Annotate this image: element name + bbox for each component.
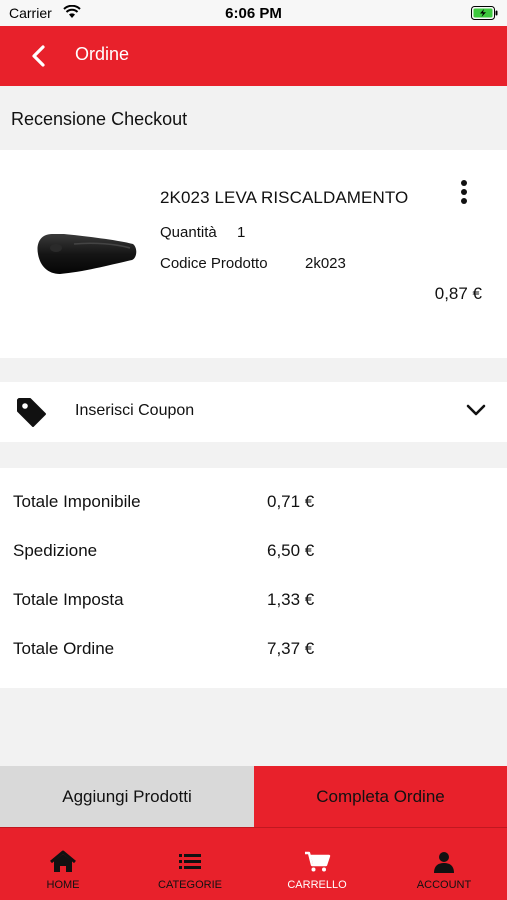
list-icon xyxy=(179,854,201,869)
total-label: Totale Imposta xyxy=(13,590,124,609)
total-label: Totale Ordine xyxy=(13,639,115,658)
action-bar: Aggiungi Prodotti Completa Ordine xyxy=(0,766,507,827)
more-vertical-icon[interactable] xyxy=(455,178,473,208)
tab-home[interactable]: HOME xyxy=(0,828,126,900)
add-products-button[interactable]: Aggiungi Prodotti xyxy=(0,766,254,827)
tab-label: CATEGORIE xyxy=(158,879,222,891)
tab-account[interactable]: ACCOUNT xyxy=(381,828,507,900)
product-code-value: 2k023 xyxy=(305,255,346,272)
total-row-spedizione: Spedizione 6,50 € xyxy=(0,541,507,571)
status-bar: Carrier 6:06 PM xyxy=(0,0,507,26)
tab-label: HOME xyxy=(46,879,80,891)
page-title: Ordine xyxy=(75,44,130,64)
tag-icon xyxy=(17,398,46,427)
total-value: 7,37 € xyxy=(267,639,315,658)
complete-order-button[interactable]: Completa Ordine xyxy=(254,766,507,827)
status-time: 6:06 PM xyxy=(225,5,282,22)
chevron-down-icon[interactable] xyxy=(465,402,487,418)
total-value: 0,71 € xyxy=(267,492,315,511)
quantity-label: Quantità xyxy=(160,224,217,241)
tab-bar: HOME CATEGORIE CARRELLO ACCOUNT xyxy=(0,827,507,900)
user-icon xyxy=(434,852,454,873)
product-name: 2K023 LEVA RISCALDAMENTO xyxy=(160,188,409,207)
total-row-imponibile: Totale Imponibile 0,71 € xyxy=(0,492,507,522)
totals-card: Totale Imponibile 0,71 € Spedizione 6,50… xyxy=(0,468,507,688)
total-value: 1,33 € xyxy=(267,590,315,609)
nav-bar: Ordine xyxy=(0,26,507,86)
section-header: Recensione Checkout xyxy=(0,86,507,150)
product-code-label: Codice Prodotto xyxy=(160,255,268,272)
tab-carrello[interactable]: CARRELLO xyxy=(254,828,380,900)
cart-icon xyxy=(305,851,331,872)
battery-icon xyxy=(471,6,498,20)
total-label: Totale Imponibile xyxy=(13,492,141,511)
chevron-left-icon[interactable] xyxy=(28,44,50,68)
total-value: 6,50 € xyxy=(267,541,315,560)
coupon-row[interactable]: Inserisci Coupon xyxy=(0,382,507,442)
product-price: 0,87 € xyxy=(434,284,482,303)
total-row-imposta: Totale Imposta 1,33 € xyxy=(0,590,507,620)
total-row-ordine: Totale Ordine 7,37 € xyxy=(0,639,507,669)
quantity-value: 1 xyxy=(237,224,246,241)
product-card: 2K023 LEVA RISCALDAMENTO Quantità 1 Codi… xyxy=(0,150,507,358)
home-icon xyxy=(50,850,76,872)
product-image xyxy=(37,234,137,274)
tab-label: CARRELLO xyxy=(287,879,347,891)
total-label: Spedizione xyxy=(13,541,98,560)
tab-label: ACCOUNT xyxy=(416,879,472,891)
section-title: Recensione Checkout xyxy=(11,109,188,129)
tab-categorie[interactable]: CATEGORIE xyxy=(127,828,253,900)
coupon-label: Inserisci Coupon xyxy=(75,402,195,419)
